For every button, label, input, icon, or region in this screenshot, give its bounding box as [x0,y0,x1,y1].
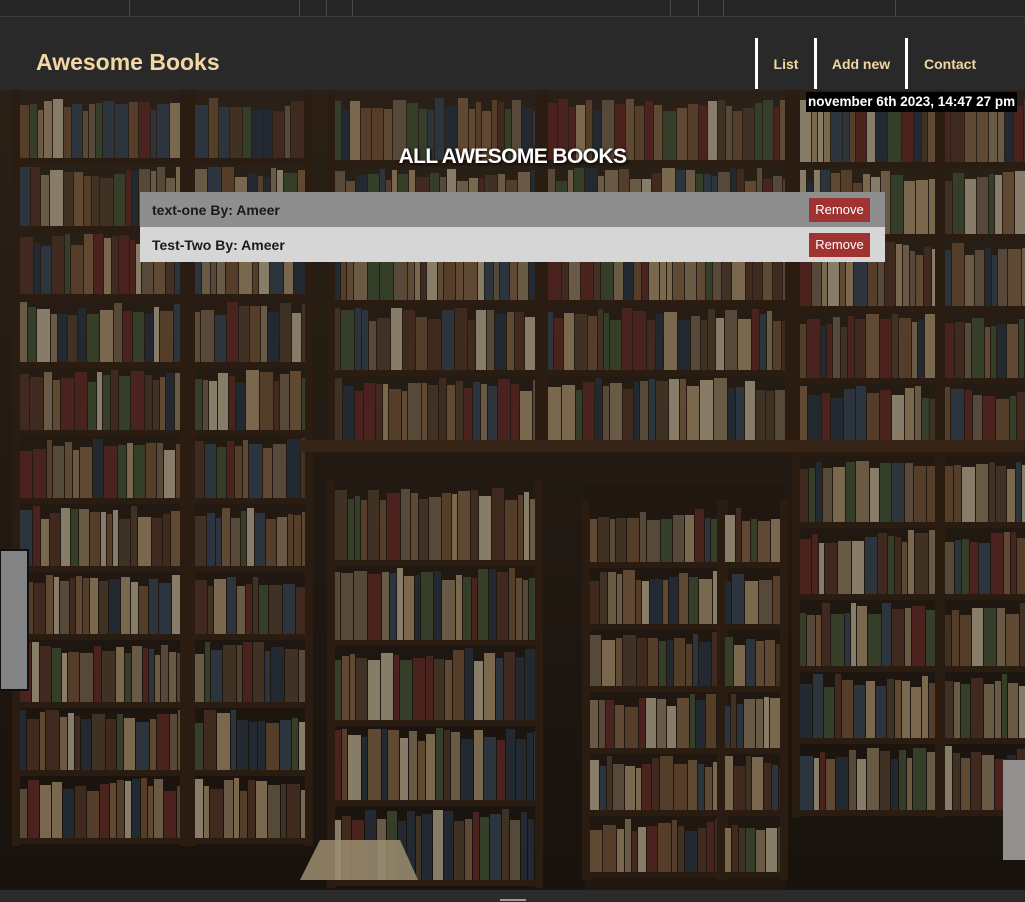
remove-button[interactable]: Remove [809,197,870,222]
current-date: november 6th 2023, 14:47 27 pm [806,92,1018,112]
site-header: Awesome Books List Add new Contact [0,17,1025,90]
book-info: Test-Two By: Ameer [152,236,285,253]
book-info: text-one By: Ameer [152,201,280,218]
site-logo[interactable]: Awesome Books [36,49,220,76]
browser-top-strip [0,0,1025,17]
page-title: ALL AWESOME BOOKS [398,145,627,168]
nav-link-contact[interactable]: Contact [905,38,1025,89]
remove-button[interactable]: Remove [809,232,870,257]
resize-handle[interactable] [500,899,526,901]
book-row: text-one By: Ameer Remove [140,192,885,227]
nav-link-list[interactable]: List [755,38,814,89]
main-nav: List Add new Contact [755,38,1025,89]
book-list: text-one By: Ameer Remove Test-Two By: A… [140,192,885,262]
nav-link-add-new[interactable]: Add new [814,38,905,89]
book-row: Test-Two By: Ameer Remove [140,227,885,262]
